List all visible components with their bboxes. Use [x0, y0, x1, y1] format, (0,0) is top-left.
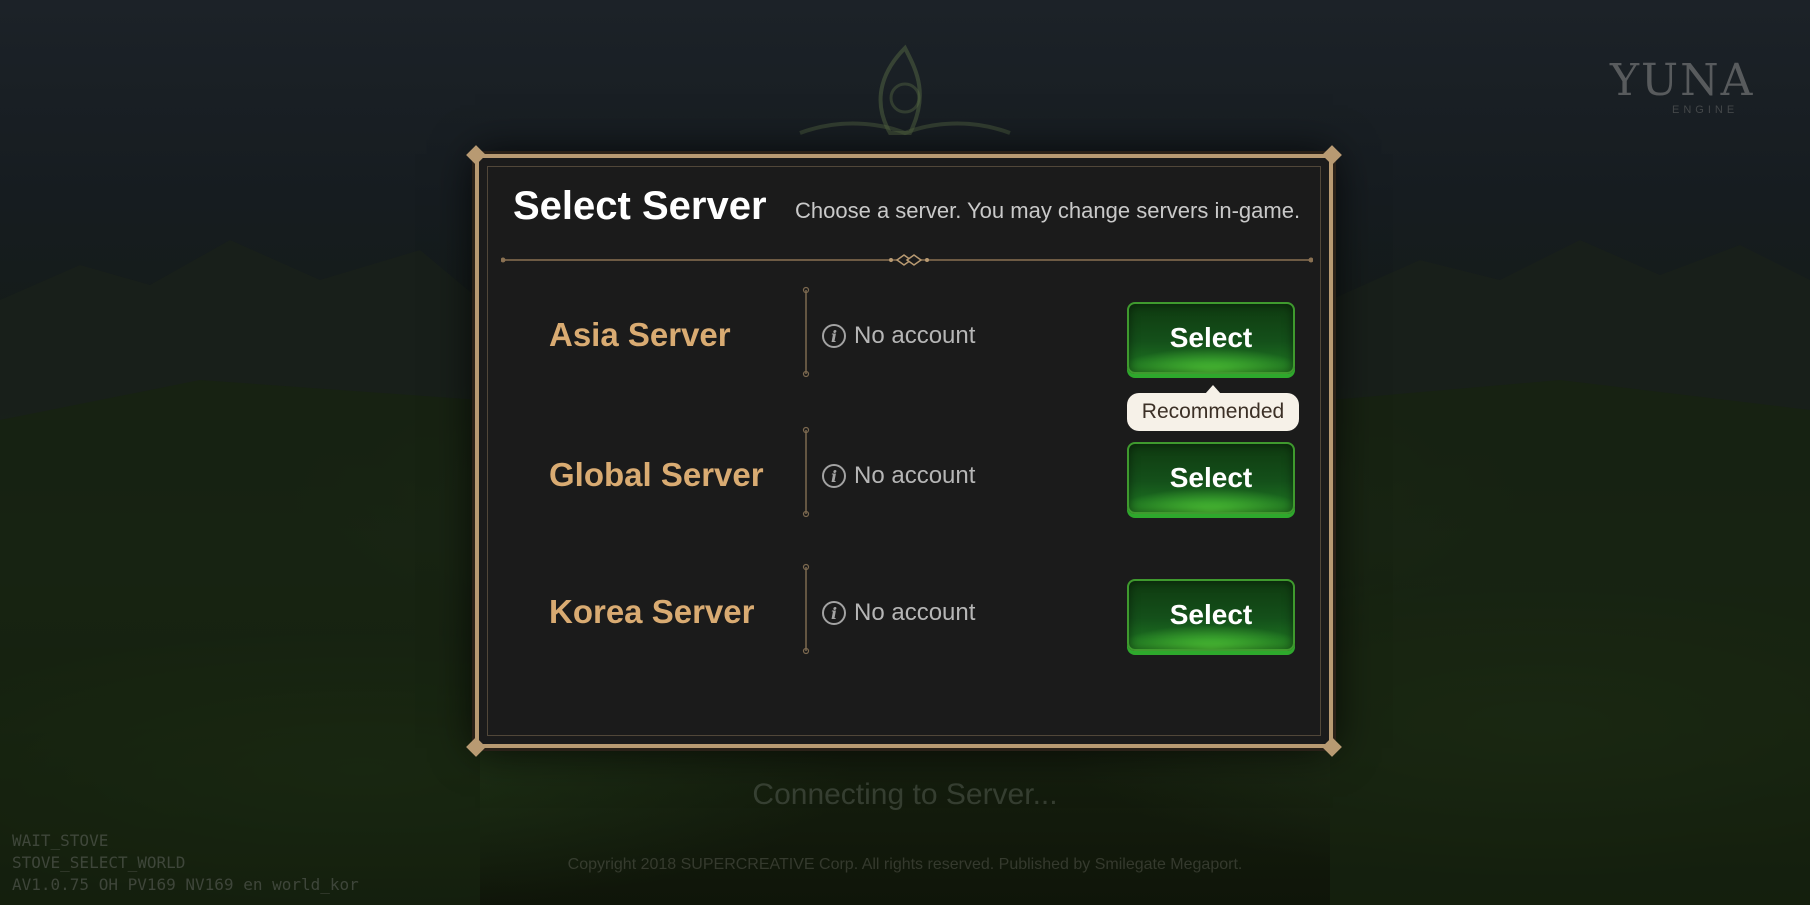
- server-row-korea: Korea Server i No account Select: [479, 563, 1329, 663]
- select-server-dialog: Select Server Choose a server. You may c…: [466, 145, 1342, 757]
- row-separator: [802, 563, 810, 655]
- header-divider: [501, 254, 1313, 266]
- account-status-text: No account: [854, 322, 976, 349]
- account-status: i No account: [822, 598, 975, 628]
- server-name: Global Server: [549, 456, 764, 493]
- dialog-subtitle: Choose a server. You may change servers …: [795, 198, 1301, 223]
- dialog-title: Select Server: [513, 184, 767, 228]
- server-name: Asia Server: [549, 316, 731, 353]
- info-icon: i: [822, 324, 846, 348]
- account-status-text: No account: [854, 462, 976, 489]
- server-row-global: Global Server i No account Select: [479, 426, 1329, 526]
- brand-logo-sub: ENGINE: [1672, 104, 1739, 116]
- row-separator: [802, 286, 810, 378]
- select-asia-button[interactable]: Select: [1127, 302, 1295, 374]
- connecting-status: Connecting to Server...: [752, 778, 1058, 811]
- debug-line: AV1.0.75 OH PV169 NV169 en world_kor: [12, 875, 359, 894]
- debug-line: WAIT_STOVE: [12, 831, 109, 850]
- select-global-button[interactable]: Select: [1127, 442, 1295, 514]
- game-logo-emblem: [799, 44, 1011, 136]
- account-status: i No account: [822, 321, 975, 351]
- info-icon: i: [822, 601, 846, 625]
- debug-line: STOVE_SELECT_WORLD: [12, 853, 186, 872]
- account-status-text: No account: [854, 599, 976, 626]
- server-row-asia: Asia Server i No account Select Recommen…: [479, 286, 1329, 431]
- info-icon: i: [822, 464, 846, 488]
- select-korea-button[interactable]: Select: [1127, 579, 1295, 651]
- server-name: Korea Server: [549, 593, 755, 630]
- account-status: i No account: [822, 461, 975, 491]
- debug-info: WAIT_STOVE STOVE_SELECT_WORLD AV1.0.75 O…: [12, 830, 359, 896]
- row-separator: [802, 426, 810, 518]
- brand-logo: YUNA: [1610, 55, 1755, 106]
